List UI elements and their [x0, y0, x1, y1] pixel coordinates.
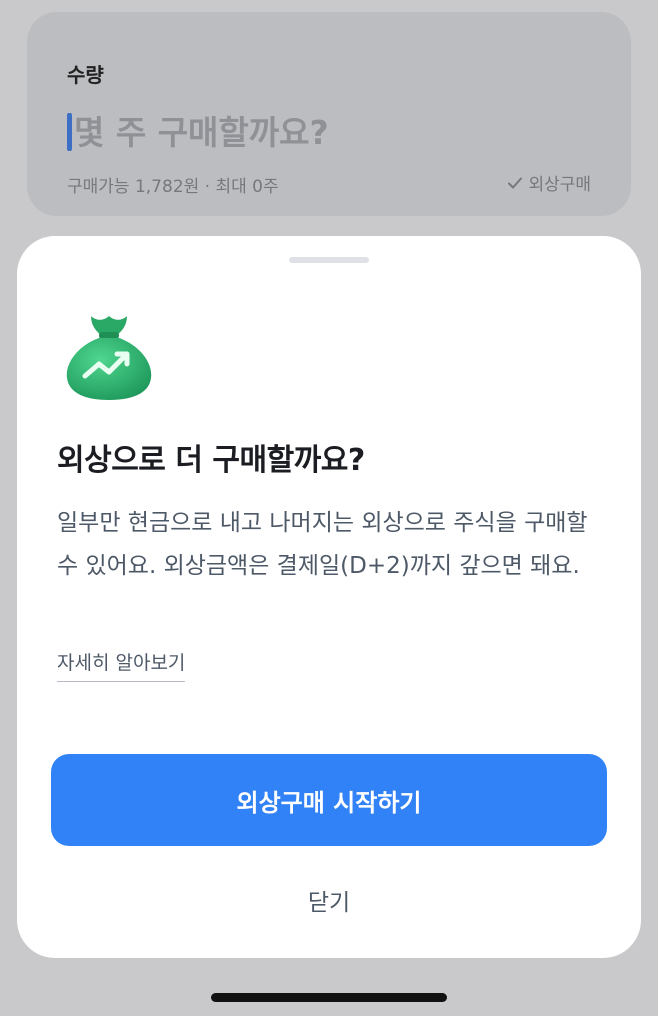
- credit-purchase-toggle[interactable]: 외상구매: [507, 170, 591, 195]
- quantity-card: 수량 구매가능 1,782원 · 최대 0주 외상구매: [27, 12, 631, 216]
- text-cursor: [67, 113, 72, 151]
- learn-more-link[interactable]: 자세히 알아보기: [57, 648, 186, 682]
- sheet-description: 일부만 현금으로 내고 나머지는 외상으로 주식을 구매할 수 있어요. 외상금…: [57, 510, 588, 579]
- sheet-title: 외상으로 더 구매할까요?: [57, 443, 365, 478]
- sheet-drag-handle[interactable]: [289, 257, 369, 263]
- bottom-sheet: 외상으로 더 구매할까요? 일부만 현금으로 내고 나머지는 외상으로 주식을 …: [17, 236, 641, 958]
- start-credit-purchase-button[interactable]: 외상구매 시작하기: [51, 754, 607, 846]
- check-icon: [508, 177, 523, 188]
- quantity-input[interactable]: [74, 112, 404, 152]
- credit-purchase-label: 외상구매: [528, 175, 591, 195]
- money-bag-icon: [66, 316, 152, 400]
- quantity-label: 수량: [67, 63, 104, 87]
- available-amount-info: 구매가능 1,782원 · 최대 0주: [67, 177, 279, 197]
- close-button[interactable]: 닫기: [257, 876, 401, 924]
- home-indicator: [211, 993, 447, 1002]
- quantity-input-row[interactable]: [67, 110, 404, 154]
